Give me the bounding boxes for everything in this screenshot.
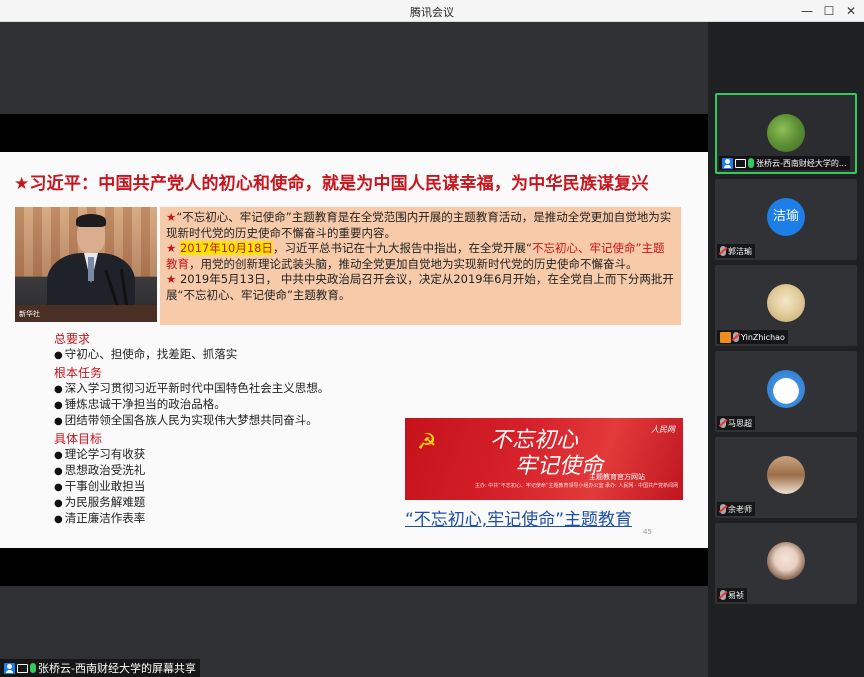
user-icon: [4, 662, 15, 674]
window-title: 腾讯会议: [410, 6, 454, 19]
participant-tile[interactable]: 张桥云-西南财经大学的...: [715, 93, 857, 174]
mic-on-icon: [30, 663, 36, 673]
minimize-icon[interactable]: —: [798, 2, 816, 20]
avatar: [767, 284, 805, 322]
letterbox-bottom: [0, 548, 708, 586]
intro-textbox: ★“不忘初心、牢记使命”主题教育是在全党范围内开展的主题教育活动，是推动全党更加…: [160, 207, 681, 325]
participant-tile[interactable]: YinZhichao: [715, 265, 857, 346]
intro-paragraph-2: ★ 2017年10月18日，习近平总书记在十九大报告中指出，在全党开展“不忘初心…: [166, 241, 665, 271]
people-daily-logo: 人民网: [651, 425, 675, 434]
user-icon: [722, 157, 733, 169]
participant-panel: 张桥云-西南财经大学的... 洁瑜 郭洁瑜 YinZhichao 马思超 余老师: [708, 22, 864, 677]
list-item: 思想政治受洗礼: [54, 462, 146, 478]
mic-muted-icon: [733, 332, 739, 342]
title-bar: 腾讯会议 — ☐ ✕: [0, 0, 864, 22]
mic-on-icon: [748, 158, 754, 168]
participant-name: 易祯: [728, 590, 744, 600]
participant-name: 余老师: [728, 504, 752, 514]
section-heading-goals: 具体目标: [54, 432, 103, 446]
list-item: 深入学习贯彻习近平新时代中国特色社会主义思想。: [54, 380, 330, 396]
list-item: 锤炼忠诚干净担当的政治品格。: [54, 396, 226, 412]
intro-paragraph-3: ★ 2019年5月13日， 中共中央政治局召开会议，决定从2019年6月开始，在…: [166, 272, 674, 302]
participant-tile[interactable]: 余老师: [715, 437, 857, 518]
speaker-photo: 新华社: [15, 207, 157, 322]
theme-banner-image: ☭ 不忘初心 牢记使命 主题教育官方网站 主办: 中共“不忘初心、牢记使命”主题…: [405, 418, 683, 500]
participant-name: 张桥云-西南财经大学的...: [756, 158, 847, 168]
list-item: 守初心、担使命，找差距、抓落实: [54, 346, 238, 362]
photo-credit: 新华社: [19, 310, 40, 318]
maximize-icon[interactable]: ☐: [820, 2, 838, 20]
list-item: 为民服务解难题: [54, 494, 146, 510]
list-item: 干事创业敢担当: [54, 478, 146, 494]
close-icon[interactable]: ✕: [842, 2, 860, 20]
highlighted-date: 2017年10月18日: [179, 241, 274, 255]
list-item: 清正廉洁作表率: [54, 510, 146, 526]
participant-tile[interactable]: 洁瑜 郭洁瑜: [715, 179, 857, 260]
letterbox-top: [0, 114, 708, 152]
avatar: 洁瑜: [767, 198, 805, 236]
avatar: [767, 542, 805, 580]
screen-share-icon: [17, 663, 28, 673]
mic-muted-icon: [720, 246, 726, 256]
participant-tile[interactable]: 马思超: [715, 351, 857, 432]
mic-muted-icon: [720, 590, 726, 600]
host-icon: [720, 331, 731, 343]
avatar: [767, 456, 805, 494]
presentation-slide: ★习近平：中国共产党人的初心和使命，就是为中国人民谋幸福，为中华民族谋复兴 新华…: [0, 152, 708, 548]
section-heading-tasks: 根本任务: [54, 366, 103, 380]
party-emblem-icon: ☭: [417, 430, 437, 455]
participant-tile[interactable]: 易祯: [715, 523, 857, 604]
participant-name: YinZhichao: [741, 332, 785, 342]
slide-title: ★习近平：中国共产党人的初心和使命，就是为中国人民谋幸福，为中华民族谋复兴: [14, 174, 649, 194]
section-heading-general: 总要求: [54, 332, 91, 346]
slide-page-number: 45: [643, 528, 652, 536]
participant-name: 马思超: [728, 418, 752, 428]
list-item: 团结带领全国各族人民为实现伟大梦想共同奋斗。: [54, 412, 318, 428]
screen-share-area: ★习近平：中国共产党人的初心和使命，就是为中国人民谋幸福，为中华民族谋复兴 新华…: [0, 22, 708, 677]
intro-paragraph-1: ★“不忘初心、牢记使命”主题教育是在全党范围内开展的主题教育活动，是推动全党更加…: [166, 210, 672, 240]
theme-education-link[interactable]: “不忘初心,牢记使命”主题教育: [405, 505, 632, 530]
list-item: 理论学习有收获: [54, 446, 146, 462]
avatar: [767, 370, 805, 408]
participant-name: 郭洁瑜: [728, 246, 752, 256]
avatar: [767, 114, 805, 152]
mic-muted-icon: [720, 418, 726, 428]
screen-share-icon: [735, 158, 746, 168]
mic-muted-icon: [720, 504, 726, 514]
screen-share-label: 张桥云-西南财经大学的屏幕共享: [0, 659, 200, 677]
